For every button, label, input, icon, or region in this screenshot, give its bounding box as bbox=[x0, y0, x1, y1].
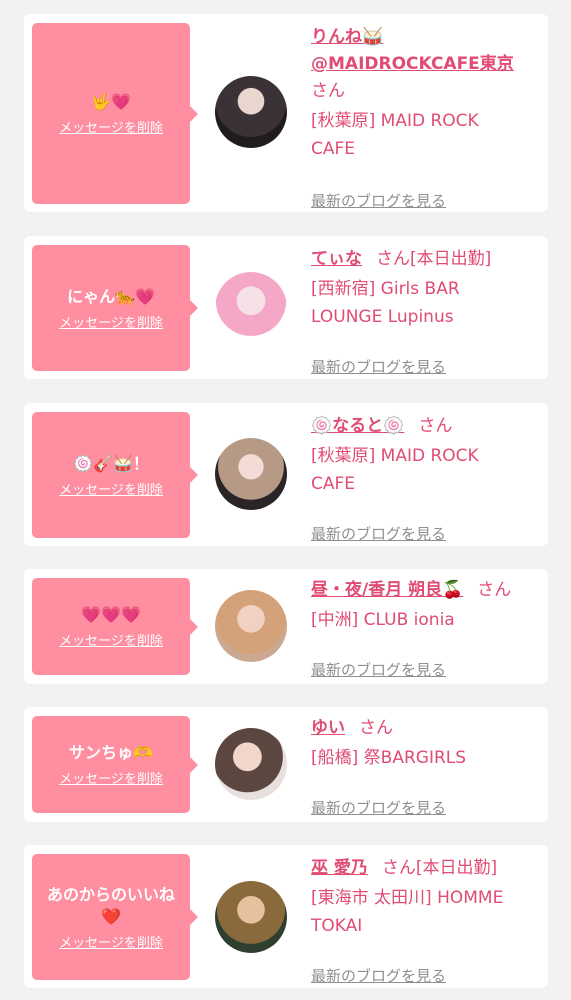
avatar[interactable] bbox=[215, 272, 287, 344]
message-bubble: 🤟💗 メッセージを削除 bbox=[32, 23, 198, 204]
blog-link[interactable]: 最新のブログを見る bbox=[311, 965, 446, 986]
delete-message-link[interactable]: メッセージを削除 bbox=[59, 932, 163, 951]
message-text: サンちゅ🫶 bbox=[69, 743, 153, 762]
message-bubble: サンちゅ🫶 メッセージを削除 bbox=[32, 716, 198, 813]
attendance-status: [本日出勤] bbox=[415, 858, 498, 878]
shop-line-2: CAFE bbox=[311, 139, 356, 159]
cast-name[interactable]: 巫 愛乃 bbox=[311, 858, 368, 878]
attendance-status: [本日出勤] bbox=[410, 249, 492, 269]
cast-name[interactable]: ゆい bbox=[311, 718, 345, 738]
blog-link[interactable]: 最新のブログを見る bbox=[311, 659, 446, 680]
avatar[interactable] bbox=[215, 76, 287, 148]
san-suffix: さん bbox=[381, 858, 416, 878]
shop-line-2: CAFE bbox=[311, 474, 356, 494]
blog-link[interactable]: 最新のブログを見る bbox=[311, 356, 446, 377]
shop-line-1: [西新宿] Girls BAR bbox=[311, 279, 460, 299]
message-text: 💗💗💗 bbox=[81, 605, 141, 624]
cast-name[interactable]: てぃな bbox=[311, 249, 362, 269]
avatar[interactable] bbox=[215, 881, 287, 953]
profile-info: りんね🥁 @MAIDROCKCAFE東京 さん [秋葉原] MAID ROCK … bbox=[311, 24, 541, 210]
profile-info: 昼・夜/香月 朔良🍒 さん [中洲] CLUB ionia 最新のブログを見る bbox=[311, 577, 541, 679]
message-text: 🍥🎸🥁！ bbox=[73, 453, 149, 473]
message-text: にゃん🐆💗 bbox=[67, 286, 155, 306]
like-card: にゃん🐆💗 メッセージを削除 てぃな さん[本日出勤] [西新宿] Girls B… bbox=[24, 236, 548, 379]
message-text: あのからのいいね ❤️ bbox=[46, 884, 175, 926]
san-suffix: さん bbox=[418, 416, 453, 436]
like-card: サンちゅ🫶 メッセージを削除 ゆい さん [船橋] 祭BARGIRLS 最新のブロ… bbox=[24, 707, 548, 822]
message-bubble: にゃん🐆💗 メッセージを削除 bbox=[32, 245, 198, 371]
like-card: 🍥🎸🥁！ メッセージを削除 🍥なると🍥 さん [秋葉原] MAID ROCK CA… bbox=[24, 403, 548, 546]
avatar[interactable] bbox=[215, 438, 287, 510]
delete-message-link[interactable]: メッセージを削除 bbox=[59, 117, 163, 136]
shop-line-1: [東海市 太田川] HOMME bbox=[311, 888, 504, 908]
san-suffix: さん bbox=[477, 580, 512, 600]
blog-link[interactable]: 最新のブログを見る bbox=[311, 190, 446, 211]
like-card: 💗💗💗 メッセージを削除 昼・夜/香月 朔良🍒 さん [中洲] CLUB ioni… bbox=[24, 569, 548, 684]
shop-line-1: [秋葉原] MAID ROCK bbox=[311, 446, 479, 466]
blog-link[interactable]: 最新のブログを見る bbox=[311, 523, 446, 544]
delete-message-link[interactable]: メッセージを削除 bbox=[59, 768, 163, 787]
profile-info: てぃな さん[本日出勤] [西新宿] Girls BAR LOUNGE Lupin… bbox=[311, 246, 541, 376]
delete-message-link[interactable]: メッセージを削除 bbox=[59, 630, 163, 649]
profile-info: ゆい さん [船橋] 祭BARGIRLS 最新のブログを見る bbox=[311, 715, 541, 817]
cast-name[interactable]: 🍥なると🍥 bbox=[311, 416, 404, 436]
like-card: あのからのいいね ❤️ メッセージを削除 巫 愛乃 さん[本日出勤] [東海市 太… bbox=[24, 845, 548, 988]
san-suffix: さん bbox=[359, 718, 393, 738]
shop-line-1: [船橋] 祭BARGIRLS bbox=[311, 748, 467, 768]
san-suffix: さん bbox=[311, 81, 345, 101]
cast-name[interactable]: りんね🥁 bbox=[311, 27, 383, 47]
blog-link[interactable]: 最新のブログを見る bbox=[311, 797, 446, 818]
profile-info: 巫 愛乃 さん[本日出勤] [東海市 太田川] HOMME TOKAI 最新のブロ… bbox=[311, 855, 541, 985]
avatar[interactable] bbox=[215, 590, 287, 662]
delete-message-link[interactable]: メッセージを削除 bbox=[59, 312, 163, 331]
message-bubble: 🍥🎸🥁！ メッセージを削除 bbox=[32, 412, 198, 538]
message-bubble: 💗💗💗 メッセージを削除 bbox=[32, 578, 198, 675]
like-card: 🤟💗 メッセージを削除 りんね🥁 @MAIDROCKCAFE東京 さん [秋葉原… bbox=[24, 14, 548, 212]
shop-line-1: [秋葉原] MAID ROCK bbox=[311, 111, 479, 131]
shop-line-1: [中洲] CLUB ionia bbox=[311, 610, 455, 630]
profile-info: 🍥なると🍥 さん [秋葉原] MAID ROCK CAFE 最新のブログを見る bbox=[311, 413, 541, 543]
shop-line-2: TOKAI bbox=[311, 916, 363, 936]
message-text: 🤟💗 bbox=[91, 92, 131, 111]
shop-line-2: LOUNGE Lupinus bbox=[311, 307, 454, 327]
avatar[interactable] bbox=[215, 728, 287, 800]
message-bubble: あのからのいいね ❤️ メッセージを削除 bbox=[32, 854, 198, 980]
cast-name-handle[interactable]: @MAIDROCKCAFE東京 bbox=[311, 54, 514, 74]
delete-message-link[interactable]: メッセージを削除 bbox=[59, 479, 163, 498]
cast-name[interactable]: 昼・夜/香月 朔良🍒 bbox=[311, 580, 463, 600]
san-suffix: さん bbox=[376, 249, 410, 269]
